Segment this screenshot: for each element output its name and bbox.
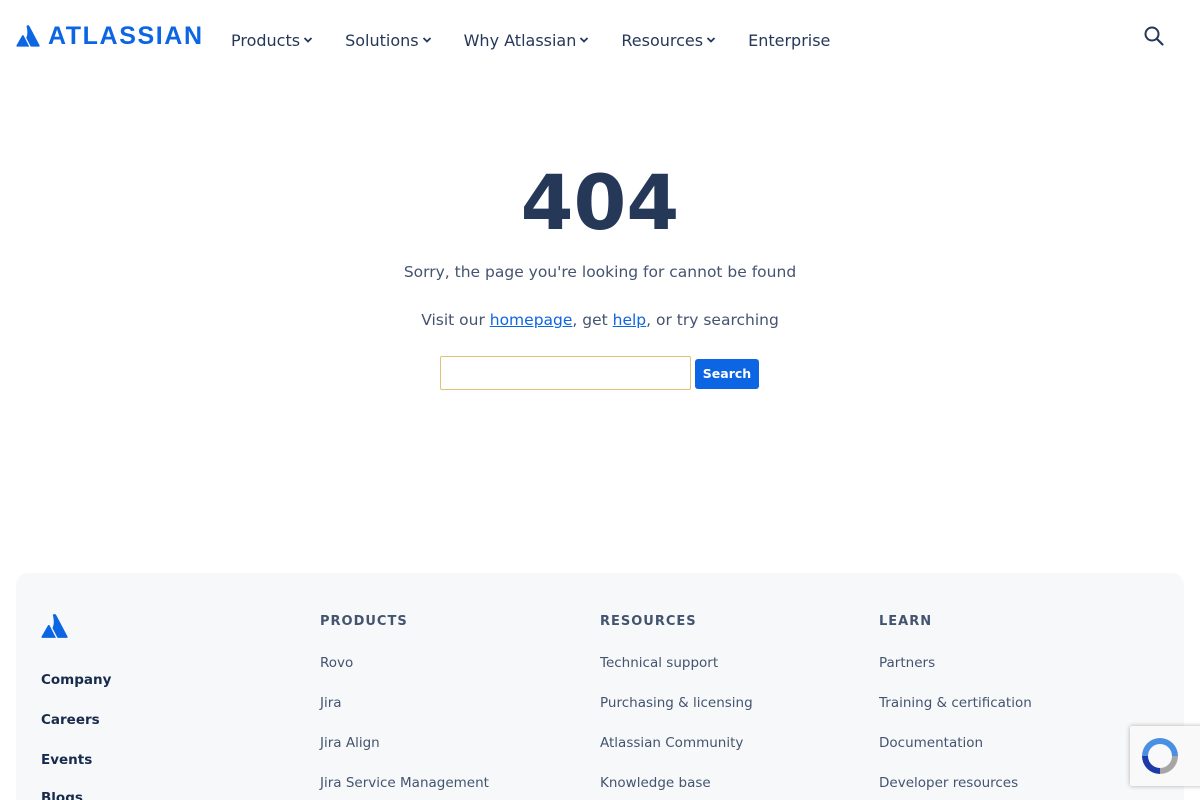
recaptcha-icon [1142, 738, 1178, 774]
search-input[interactable] [440, 356, 691, 390]
footer-link-developer-resources[interactable]: Developer resources [879, 774, 1018, 792]
atlassian-icon [16, 25, 40, 47]
nav-enterprise[interactable]: Enterprise [748, 28, 830, 52]
chevron-down-icon [706, 37, 716, 43]
suggestion-mid: , get [572, 311, 613, 329]
footer-link-training-certification[interactable]: Training & certification [879, 694, 1032, 712]
footer-link-careers[interactable]: Careers [41, 711, 100, 729]
nav-products[interactable]: Products [231, 28, 313, 52]
suggestion-prefix: Visit our [421, 311, 490, 329]
footer-link-blogs[interactable]: Blogs [41, 789, 83, 800]
footer-link-jira-align[interactable]: Jira Align [320, 734, 380, 752]
error-message: Sorry, the page you're looking for canno… [403, 263, 797, 281]
nav-resources-label: Resources [621, 30, 704, 50]
top-navigation: ATLASSIAN Products Solutions Why Atlassi… [0, 0, 1200, 80]
footer-link-company[interactable]: Company [41, 671, 111, 689]
search-button[interactable]: Search [695, 358, 759, 389]
footer-link-technical-support[interactable]: Technical support [600, 654, 718, 672]
chevron-down-icon [580, 37, 589, 43]
footer-resources-title: RESOURCES [600, 614, 697, 629]
nav-why-atlassian-label: Why Atlassian [463, 30, 577, 50]
footer-products-title: PRODUCTS [320, 614, 408, 629]
recaptcha-badge[interactable] [1130, 726, 1200, 786]
nav-why-atlassian[interactable]: Why Atlassian [464, 28, 590, 52]
suggestion-text: Visit our homepage, get help, or try sea… [0, 309, 1200, 331]
chevron-down-icon [422, 37, 431, 43]
nav-resources[interactable]: Resources [621, 28, 716, 52]
footer-link-rovo[interactable]: Rovo [320, 654, 353, 672]
help-link[interactable]: help [613, 311, 647, 329]
footer-link-jira-service-management[interactable]: Jira Service Management [320, 774, 489, 792]
search-form: Search [440, 356, 759, 390]
nav-solutions-label: Solutions [345, 30, 419, 50]
logo-wordmark: ATLASSIAN [48, 22, 204, 50]
chevron-down-icon [303, 37, 313, 43]
nav-solutions[interactable]: Solutions [345, 28, 432, 52]
homepage-link[interactable]: homepage [490, 311, 573, 329]
suggestion-suffix: , or try searching [646, 311, 779, 329]
footer-learn-title: LEARN [879, 614, 933, 629]
atlassian-icon [41, 613, 68, 638]
footer-link-purchasing-licensing[interactable]: Purchasing & licensing [600, 694, 753, 712]
error-code: 404 [520, 158, 680, 247]
nav-products-label: Products [231, 30, 301, 50]
main-nav: Products Solutions Why Atlassian Resourc… [231, 28, 862, 52]
footer-logo[interactable] [41, 613, 68, 643]
footer: Company Careers Events Blogs PRODUCTS Ro… [16, 573, 1184, 800]
footer-link-jira[interactable]: Jira [320, 694, 342, 712]
footer-link-documentation[interactable]: Documentation [879, 734, 983, 752]
footer-link-atlassian-community[interactable]: Atlassian Community [600, 734, 743, 752]
search-icon [1144, 26, 1164, 46]
footer-link-events[interactable]: Events [41, 751, 92, 769]
nav-enterprise-label: Enterprise [748, 30, 831, 50]
footer-link-partners[interactable]: Partners [879, 654, 935, 672]
atlassian-logo[interactable]: ATLASSIAN [16, 22, 204, 50]
header-search-button[interactable] [1143, 25, 1165, 47]
footer-link-knowledge-base[interactable]: Knowledge base [600, 774, 711, 792]
